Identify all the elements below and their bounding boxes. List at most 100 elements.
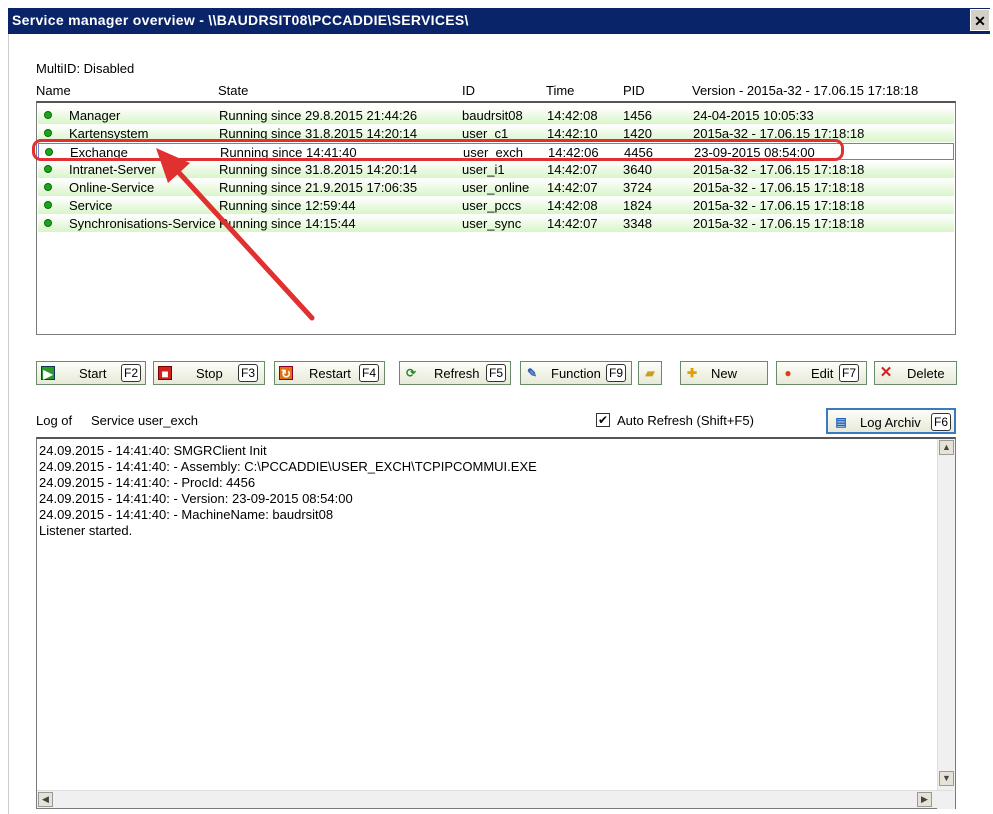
service-version: 24-04-2015 10:05:33 [693,108,814,123]
new-button[interactable]: ✚ New [680,361,768,385]
green-dot-icon [44,111,52,119]
column-header-state[interactable]: State [218,83,248,98]
service-name: Manager [69,108,121,123]
log-line: 24.09.2015 - 14:41:40: - ProcId: 4456 [39,475,256,490]
service-row[interactable]: Manager Running since 29.8.2015 21:44:26… [38,107,954,124]
plus-icon: ✚ [686,366,698,380]
function-button[interactable]: ✎ Function F9 [520,361,632,385]
stop-button[interactable]: ■ Stop F3 [153,361,265,385]
log-line: Listener started. [39,523,133,538]
service-pid: 3348 [623,216,652,231]
log-line: 24.09.2015 - 14:41:40: - Version: 23-09-… [39,491,353,506]
column-header-name[interactable]: Name [36,83,71,98]
green-dot-icon [44,201,52,209]
service-version: 2015a-32 - 17.06.15 17:18:18 [693,162,865,177]
column-header-pid[interactable]: PID [623,83,645,98]
scroll-left-icon[interactable]: ◀ [38,792,53,807]
auto-refresh-checkbox[interactable]: ✔ [596,413,610,427]
function-button-label: Function [551,366,601,381]
edit-button[interactable]: ● Edit F7 [776,361,867,385]
window-title: Service manager overview - \\BAUDRSIT08\… [12,12,469,28]
service-version: 2015a-32 - 17.06.15 17:18:18 [693,198,865,213]
wand-icon: ✎ [526,366,538,380]
start-button-label: Start [79,366,107,381]
service-state: Running since 21.9.2015 17:06:35 [219,180,418,195]
restart-button[interactable]: ↻ Restart F4 [274,361,385,385]
service-state: Running since 29.8.2015 21:44:26 [219,108,418,123]
column-header-id[interactable]: ID [462,83,475,98]
service-id: user_sync [462,216,522,231]
scroll-right-icon[interactable]: ▶ [917,792,932,807]
restart-icon: ↻ [279,366,293,381]
log-archiv-button-label: Log Archiv [860,415,921,430]
service-row[interactable]: Online-Service Running since 21.9.2015 1… [38,179,954,196]
delete-button[interactable]: ✕ Delete [874,361,957,385]
delete-button-label: Delete [907,366,945,381]
service-name: Synchronisations-Service [69,216,216,231]
service-row[interactable]: Synchronisations-Service Running since 1… [38,215,954,232]
green-dot-icon [44,219,52,227]
service-state: Running since 31.8.2015 14:20:14 [219,162,418,177]
log-line: 24.09.2015 - 14:41:40: - Assembly: C:\PC… [39,459,537,474]
service-pid: 3640 [623,162,652,177]
service-name: Service [69,198,113,213]
log-line: 24.09.2015 - 14:41:40: - MachineName: ba… [39,507,334,522]
multiid-label: MultiID: Disabled [36,61,135,76]
stop-button-label: Stop [196,366,223,381]
green-dot-icon [44,183,52,191]
close-icon[interactable]: ✕ [970,9,990,31]
column-header-time[interactable]: Time [546,83,574,98]
annotation-highlight [32,139,844,161]
service-state: Running since 14:15:44 [219,216,356,231]
service-version: 2015a-32 - 17.06.15 17:18:18 [693,180,865,195]
stop-button-key: F3 [238,364,259,382]
service-pid: 1456 [623,108,652,123]
log-line: 24.09.2015 - 14:41:40: SMGRClient Init [39,443,267,458]
service-pid: 1824 [623,198,652,213]
service-id: user_online [462,180,530,195]
scroll-down-icon[interactable]: ▼ [939,771,954,786]
service-time: 14:42:07 [547,180,598,195]
service-name: Online-Service [69,180,155,195]
edit-icon: ● [784,366,792,380]
service-row[interactable]: Intranet-Server Running since 31.8.2015 … [38,161,954,178]
column-header-version[interactable]: Version - 2015a-32 - 17.06.15 17:18:18 [692,83,918,98]
service-time: 14:42:07 [547,162,598,177]
document-icon: ▤ [835,415,847,429]
green-dot-icon [44,129,52,137]
service-id: user_pccs [462,198,522,213]
start-button-key: F2 [121,364,142,382]
refresh-button[interactable]: ⟳ Refresh F5 [399,361,511,385]
service-id: user_i1 [462,162,505,177]
log-vertical-scrollbar[interactable]: ▲ ▼ [937,439,955,809]
service-state: Running since 12:59:44 [219,198,356,213]
log-textarea[interactable]: 24.09.2015 - 14:41:40: SMGRClient Init 2… [36,437,956,809]
refresh-button-key: F5 [486,364,507,382]
service-row[interactable]: Service Running since 12:59:44 user_pccs… [38,197,954,214]
services-list[interactable]: Manager Running since 29.8.2015 21:44:26… [36,101,956,335]
log-archiv-button[interactable]: ▤ Log Archiv F6 [826,408,956,434]
service-version: 2015a-32 - 17.06.15 17:18:18 [693,216,865,231]
play-icon: ▶ [41,366,55,381]
service-time: 14:42:07 [547,216,598,231]
open-folder-button[interactable]: ▰ [638,361,662,385]
delete-icon: ✕ [879,364,893,381]
function-button-key: F9 [606,364,627,382]
edit-button-label: Edit [811,366,834,381]
scroll-up-icon[interactable]: ▲ [939,440,954,455]
window-titlebar[interactable]: Service manager overview - \\BAUDRSIT08\… [8,8,990,34]
log-horizontal-scrollbar[interactable]: ◀ ▶ [37,790,953,808]
new-button-label: New [711,366,738,381]
log-service-name: Service user_exch [91,413,198,428]
service-name: Intranet-Server [69,162,156,177]
service-pid: 3724 [623,180,652,195]
start-button[interactable]: ▶ Start F2 [36,361,146,385]
refresh-icon: ⟳ [405,366,417,380]
edit-button-key: F7 [839,364,860,382]
folder-icon: ▰ [645,366,655,380]
stop-icon: ■ [158,366,172,381]
log-archiv-button-key: F6 [931,413,952,431]
restart-button-key: F4 [359,364,380,382]
restart-button-label: Restart [309,366,351,381]
refresh-button-label: Refresh [434,366,480,381]
